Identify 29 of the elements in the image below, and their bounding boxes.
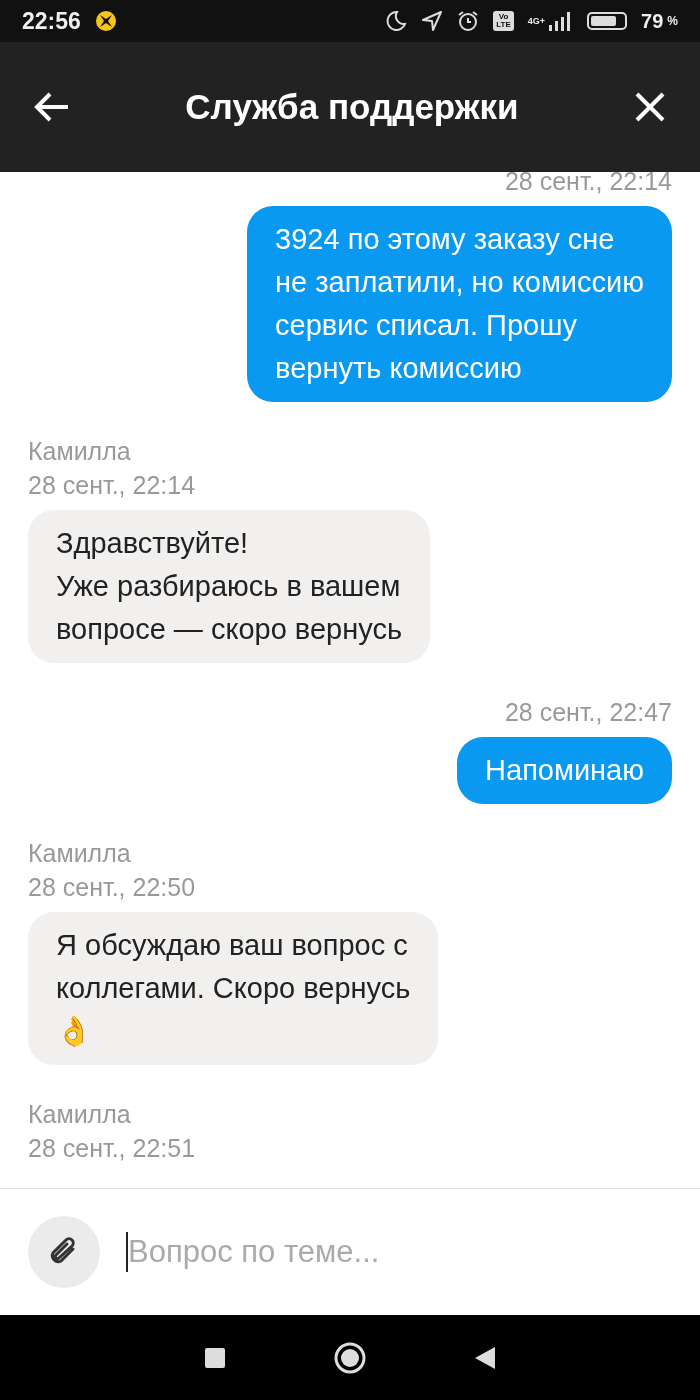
app-notification-icon: [94, 10, 117, 32]
received-message-bubble: Я обсуждаю ваш вопрос с коллегами. Скоро вернусь 👌: [28, 912, 439, 1065]
message-time: 28 сент., 22:50: [28, 872, 196, 903]
message-time: 28 сент., 22:51: [28, 1133, 196, 1164]
close-icon: [634, 91, 666, 123]
alarm-clock-icon: [457, 10, 480, 32]
message-time: 28 сент., 22:14: [504, 172, 672, 197]
battery-icon: [587, 12, 628, 30]
network-type: 4G+: [527, 16, 546, 26]
battery-percent: 79: [641, 9, 664, 33]
sent-message-bubble: Напоминаю: [457, 737, 672, 804]
moon-icon: [385, 10, 408, 32]
home-button[interactable]: [334, 1341, 366, 1374]
clock-time: 22:56: [22, 7, 81, 35]
text-cursor: [126, 1232, 128, 1272]
volte-icon: Vo LTE: [493, 11, 514, 31]
percent-sign: %: [667, 14, 678, 28]
message-time: 28 сент., 22:47: [504, 697, 672, 728]
received-message-bubble: Здравствуйте! Уже разбираюсь в вашем вопросе — скоро вернусь: [28, 510, 430, 663]
window-title: Служба поддержки: [184, 87, 520, 127]
sender-name: Камилла: [28, 838, 131, 869]
back-arrow-icon: [34, 91, 70, 123]
sender-name: Камилла: [28, 436, 131, 467]
sent-message-bubble: 3924 по этому заказу сне не заплатили, но комиссию сервис списал. Прошу вернуть комиссию: [247, 206, 672, 402]
back-nav-button[interactable]: [474, 1345, 496, 1370]
recents-button[interactable]: [204, 1346, 226, 1369]
sender-name: Камилла: [28, 1099, 131, 1130]
message-time: 28 сент., 22:14: [28, 470, 196, 501]
location-arrow-icon: [421, 10, 444, 32]
